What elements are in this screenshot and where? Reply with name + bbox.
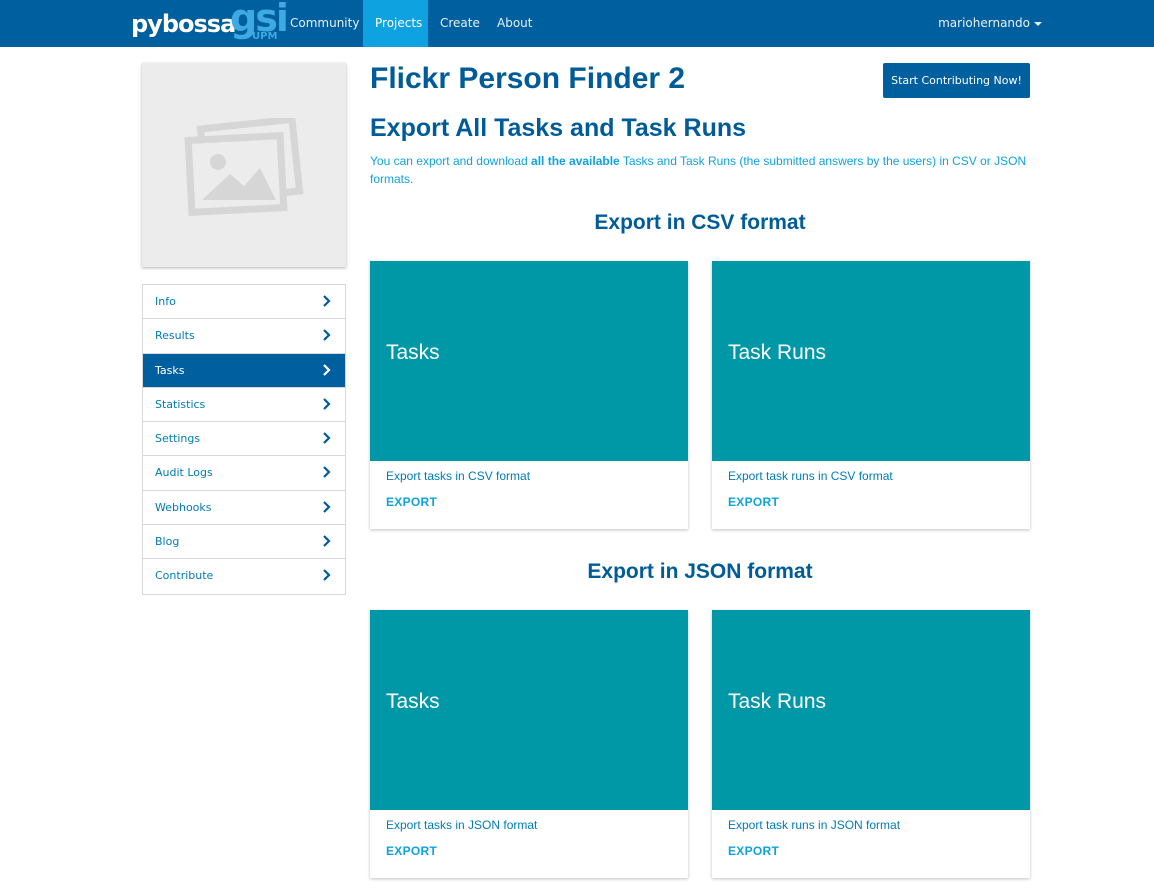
sidebar-item-audit-logs[interactable]: Audit Logs — [143, 456, 345, 491]
brand-text: pybossa — [131, 9, 236, 38]
json-format-title: Export in JSON format — [587, 560, 813, 583]
card-description: Export tasks in CSV format — [386, 469, 531, 483]
chevron-right-icon — [323, 329, 331, 342]
gsi-upm-logo[interactable]: gsi UPM — [230, 0, 289, 44]
sidebar-item-label: Tasks — [155, 363, 185, 377]
card-description: Export tasks in JSON format — [386, 818, 538, 832]
export-csv-tasks-button[interactable]: EXPORT — [386, 495, 437, 509]
card-header: Task Runs — [712, 610, 1030, 810]
card-description: Export task runs in CSV format — [728, 469, 893, 483]
section-title: Export All Tasks and Task Runs — [370, 114, 747, 142]
top-navbar: pybossa gsi UPM Community Projects Creat… — [0, 0, 1154, 47]
sidebar-item-webhooks[interactable]: Webhooks — [143, 491, 345, 526]
export-json-tasks-button[interactable]: EXPORT — [386, 844, 437, 858]
project-title: Flickr Person Finder 2 — [370, 62, 686, 95]
nav-about[interactable]: About — [485, 0, 544, 47]
upm-logo-text: UPM — [252, 31, 278, 42]
caret-down-icon — [1034, 21, 1042, 26]
chevron-right-icon — [323, 466, 331, 479]
nav-create[interactable]: Create — [428, 0, 492, 47]
sidebar-item-label: Audit Logs — [155, 466, 213, 480]
chevron-right-icon — [323, 295, 331, 307]
card-description: Export task runs in JSON format — [728, 818, 901, 832]
nav-community[interactable]: Community — [278, 0, 371, 47]
pybossa-logo[interactable]: pybossa — [131, 0, 236, 47]
sidebar-item-settings[interactable]: Settings — [143, 422, 345, 457]
sidebar-item-contribute[interactable]: Contribute — [143, 559, 345, 593]
card-header: Task Runs — [712, 261, 1030, 461]
user-menu-dropdown[interactable]: mariohernando — [938, 0, 1042, 47]
intro-text-bold: all the available — [531, 154, 620, 168]
card-title: Tasks — [386, 690, 440, 713]
nav-projects[interactable]: Projects — [363, 0, 428, 47]
sidebar-item-label: Settings — [155, 432, 201, 446]
username: mariohernando — [938, 16, 1030, 30]
project-side-menu: Info Results Tasks Statistics Settings A… — [142, 284, 346, 595]
chevron-right-icon — [323, 398, 331, 410]
csv-task-runs-card: Task Runs Export task runs in CSV format… — [712, 261, 1030, 529]
sidebar-item-tasks[interactable]: Tasks — [143, 353, 345, 388]
card-title: Task Runs — [728, 341, 827, 364]
sidebar-item-results[interactable]: Results — [143, 319, 345, 354]
sidebar-item-blog[interactable]: Blog — [143, 525, 345, 560]
sidebar-item-info[interactable]: Info — [143, 285, 345, 320]
chevron-right-icon — [323, 569, 331, 582]
card-title: Tasks — [386, 341, 440, 364]
card-header: Tasks — [370, 610, 688, 810]
chevron-right-icon — [323, 535, 331, 547]
sidebar-item-label: Blog — [155, 535, 180, 549]
sidebar-item-statistics[interactable]: Statistics — [143, 388, 345, 423]
sidebar-item-label: Webhooks — [155, 500, 212, 514]
sidebar-item-label: Info — [155, 295, 176, 308]
export-csv-task-runs-button[interactable]: EXPORT — [728, 495, 779, 509]
image-placeholder-icon — [184, 118, 304, 217]
export-intro-text: You can export and download all the avai… — [370, 152, 1038, 188]
intro-text-part: You can export and download — [370, 154, 532, 168]
project-thumbnail — [142, 63, 346, 267]
card-header: Tasks — [370, 261, 688, 461]
start-contributing-button[interactable]: Start Contributing Now! — [883, 63, 1030, 98]
chevron-right-icon — [323, 501, 331, 513]
card-title: Task Runs — [728, 690, 827, 713]
json-task-runs-card: Task Runs Export task runs in JSON forma… — [712, 610, 1030, 878]
json-tasks-card: Tasks Export tasks in JSON format EXPORT — [370, 610, 688, 878]
csv-tasks-card: Tasks Export tasks in CSV format EXPORT — [370, 261, 688, 529]
export-json-task-runs-button[interactable]: EXPORT — [728, 844, 779, 858]
csv-format-title: Export in CSV format — [594, 211, 806, 234]
sidebar-item-label: Contribute — [155, 569, 214, 583]
chevron-right-icon — [323, 432, 331, 444]
chevron-right-icon — [323, 363, 331, 376]
sidebar-item-label: Results — [155, 329, 195, 343]
sidebar-item-label: Statistics — [155, 397, 206, 411]
